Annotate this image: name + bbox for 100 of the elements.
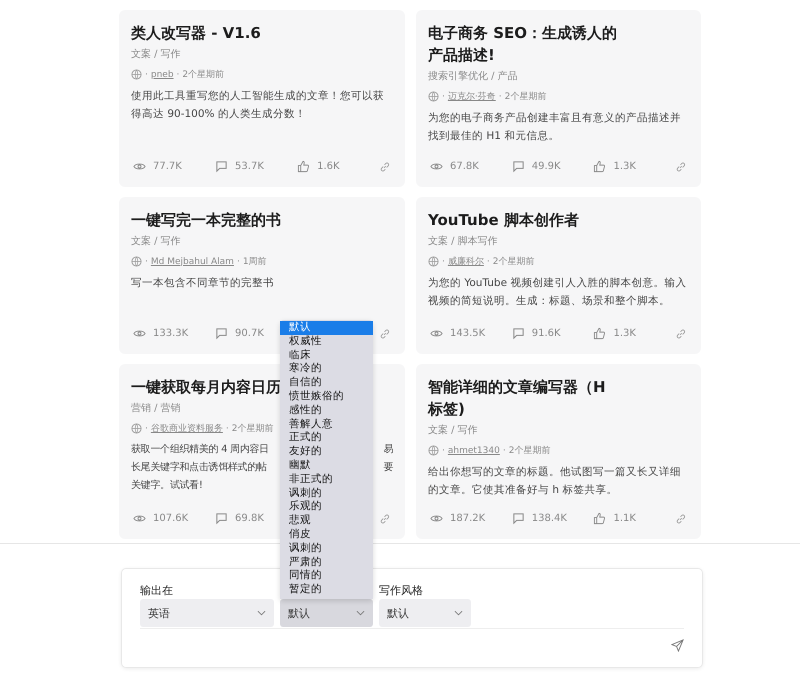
link-icon[interactable] <box>675 328 688 340</box>
category-label: 文案 / 写作 <box>428 424 478 437</box>
like-count: 1.3K <box>613 161 636 172</box>
dropdown-option[interactable]: 友好的 <box>280 445 373 460</box>
post-time: 2个星期前 <box>232 422 274 435</box>
link-icon[interactable] <box>675 160 688 172</box>
dropdown-option[interactable]: 善解人意 <box>280 418 373 432</box>
dropdown-option[interactable]: 正式的 <box>280 431 373 446</box>
dropdown-option[interactable]: 权威性 <box>280 334 373 349</box>
globe-icon <box>428 445 439 456</box>
category-label: 文案 / 脚本写作 <box>428 234 498 248</box>
description-text: 为您的 YouTube 视频创建引人入胜的脚本创意。输入视频的简短说明。生成：标题、场景和整个脚本。 <box>428 276 688 309</box>
dropdown-option[interactable]: 严肃的 <box>280 556 373 570</box>
dropdown-option[interactable]: 非正式的 <box>280 472 373 487</box>
description-text: 给出你想写的文章的标题。他试图写一篇又长又详细的文章。它使其准备好与 h 标签共享。 <box>428 465 682 498</box>
tool-card[interactable]: 类人改写器 - V1.6 文案 / 写作 · pneb · 2个星期前 使用此工具重写您的人工智能生成的文章！您可以获得高达 90-100% 的人类生成分数！ 77.7K 53.7K 1.6K <box>119 10 405 187</box>
post-time: 2个星期前 <box>508 444 550 457</box>
dropdown-option[interactable]: 感性的 <box>280 404 373 418</box>
link-icon[interactable] <box>379 160 391 172</box>
dropdown-select[interactable]: 默认 <box>280 599 373 627</box>
thumbs-up-icon <box>593 512 606 525</box>
comment-icon <box>215 160 228 173</box>
comment-count: 69.8K <box>235 513 264 524</box>
view-count: 107.6K <box>153 513 188 524</box>
comment-count: 138.4K <box>532 513 567 524</box>
chevron-down-icon <box>257 610 266 616</box>
post-time: 1周前 <box>242 256 267 268</box>
dropdown-select[interactable]: 默认 <box>379 599 471 627</box>
send-icon[interactable] <box>671 639 684 652</box>
separator: · <box>498 92 502 102</box>
category-label: 营销 / 营销 <box>131 402 181 415</box>
link-icon[interactable] <box>379 512 391 524</box>
field-label: 写作风格 <box>379 584 423 597</box>
dropdown-option[interactable]: 同情的 <box>280 569 373 584</box>
dropdown-option[interactable]: 悲观 <box>280 514 373 528</box>
separator: · <box>145 70 148 80</box>
view-count: 143.5K <box>450 328 486 339</box>
card-title: 类人改写器 - V1.6 <box>131 23 261 44</box>
dropdown-option[interactable]: 寒冷的 <box>280 362 373 376</box>
globe-icon <box>131 69 142 80</box>
separator: · <box>442 256 445 266</box>
card-title: 电子商务 SEO：生成诱人的产品描述! <box>428 23 618 66</box>
thumbs-up-icon <box>593 327 606 340</box>
separator: · <box>442 92 445 102</box>
globe-icon <box>428 256 439 267</box>
comment-count: 90.7K <box>235 328 264 339</box>
card-title: 一键获取每月内容日历 <box>131 377 281 398</box>
link-icon[interactable] <box>379 328 391 340</box>
description-text: 使用此工具重写您的人工智能生成的文章！您可以获得高达 90-100% 的人类生成分数！ <box>131 89 385 122</box>
dropdown-option[interactable]: 默认 <box>280 321 373 335</box>
tool-card[interactable]: 电子商务 SEO：生成诱人的产品描述! 搜索引擎优化 / 产品 · 迈克尔·芬奇 · 2个星期前 为您的电子商务产品创建丰富且有意义的产品描述并找到最佳的 H1 和元信息。 67.8K 49.9K 1.3K <box>416 10 701 187</box>
separator: · <box>145 256 148 266</box>
thumbs-up-icon <box>297 160 310 173</box>
dropdown-option[interactable]: 愤世嫉俗的 <box>280 390 373 404</box>
globe-icon <box>131 256 142 267</box>
post-time: 2个星期前 <box>492 256 534 268</box>
card-title: YouTube 脚本创作者 <box>428 210 579 231</box>
description-text: 要 <box>383 461 393 475</box>
description-text: 长尾关键字和点击诱饵样式的帖 <box>131 460 267 475</box>
view-count: 187.2K <box>450 513 486 524</box>
dropdown-option[interactable]: 乐观的 <box>280 500 373 514</box>
description-text: 易 <box>383 443 393 457</box>
thumbs-up-icon <box>593 160 606 173</box>
dropdown-option[interactable]: 幽默 <box>280 459 373 473</box>
dropdown-option[interactable]: 俏皮 <box>280 528 373 542</box>
chevron-down-icon <box>356 610 365 616</box>
separator: · <box>502 446 506 456</box>
comment-count: 53.7K <box>235 161 264 172</box>
dropdown-option[interactable]: 自信的 <box>280 376 373 390</box>
separator: · <box>226 424 229 434</box>
category-label: 文案 / 写作 <box>131 48 181 61</box>
comment-count: 91.6K <box>532 328 561 339</box>
tool-card[interactable]: YouTube 脚本创作者 文案 / 脚本写作 · 威廉科尔 · 2个星期前 为您的 YouTube 视频创建引人入胜的脚本创意。输入视频的简短说明。生成：标题、场景和整个脚本。 143.5K 91.6K 1.3K <box>416 197 701 354</box>
card-title: 智能详细的文章编写器（H 标签) <box>428 377 607 420</box>
globe-icon <box>131 423 142 434</box>
comment-icon <box>512 160 525 173</box>
card-title: 一键写完一本完整的书 <box>131 210 281 231</box>
category-label: 搜索引擎优化 / 产品 <box>428 70 518 83</box>
view-count: 133.3K <box>153 328 188 339</box>
post-time: 2个星期前 <box>504 90 546 103</box>
dropdown-select[interactable]: 英语 <box>140 599 274 627</box>
separator: · <box>442 446 445 456</box>
separator: · <box>176 70 180 80</box>
tool-card[interactable]: 智能详细的文章编写器（H 标签) 文案 / 写作 · ahmet1340 · 2个星期前 给出你想写的文章的标题。他试图写一篇又长又详细的文章。它使其准备好与 h 标签共享。 187.2K 138.4K 1.1K <box>416 364 701 539</box>
comment-icon <box>512 327 525 340</box>
comment-icon <box>512 512 525 525</box>
comment-icon <box>215 512 228 525</box>
post-time: 2个星期前 <box>182 68 224 81</box>
like-count: 1.1K <box>613 513 636 524</box>
dropdown-option[interactable]: 讽刺的 <box>280 542 373 556</box>
separator: · <box>145 424 148 434</box>
like-count: 1.6K <box>317 161 340 172</box>
description-text: 为您的电子商务产品创建丰富且有意义的产品描述并找到最佳的 H1 和元信息。 <box>428 111 682 144</box>
view-count: 67.8K <box>450 161 479 172</box>
dropdown-option[interactable]: 讽刺的 <box>280 486 373 500</box>
comment-count: 49.9K <box>532 161 561 172</box>
field-label: 输出在 <box>140 584 173 597</box>
description-text: 写一本包含不同章节的完整书 <box>131 276 275 291</box>
link-icon[interactable] <box>675 512 688 524</box>
dropdown-option[interactable]: 暂定的 <box>280 583 373 597</box>
